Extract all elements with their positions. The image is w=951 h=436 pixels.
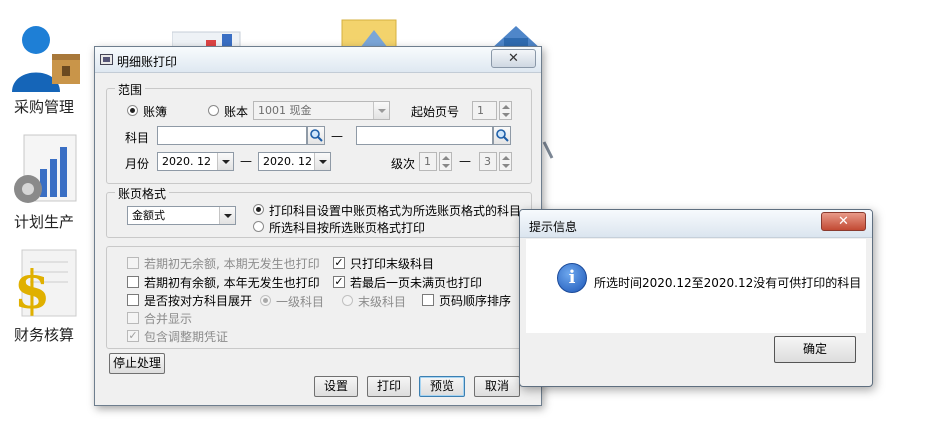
chevron-down-icon[interactable] [217,153,233,170]
range-group-legend: 范围 [115,81,146,98]
preview-button[interactable]: 预览 [419,376,465,397]
radio-ledger[interactable] [127,105,138,116]
background-icon-fragment [542,141,554,159]
subject-from-input[interactable] [157,126,307,145]
message-text: 所选时间2020.12至2020.12没有可供打印的科目 [594,276,862,290]
checkbox-has-balance-no-entry-label: 若期初有余额, 本年无发生也打印 [144,276,320,290]
message-box-body: i 所选时间2020.12至2020.12没有可供打印的科目 [526,239,866,333]
radio-account-book-label: 账本 [224,105,249,119]
message-box-title-bar[interactable]: 提示信息 ✕ [520,210,872,238]
level-label: 级次 [391,157,416,171]
checkbox-merge-display[interactable] [127,312,139,324]
print-button[interactable]: 打印 [367,376,411,397]
cancel-button[interactable]: 取消 [474,376,520,397]
message-box-title: 提示信息 [529,220,578,234]
search-icon [310,129,323,142]
level-from-spinner[interactable] [439,152,452,171]
account-book-value: 1001 现金 [258,104,312,117]
checkbox-expand-by-counter[interactable] [127,294,139,306]
start-page-label: 起始页号 [411,105,460,119]
checkbox-print-last-page[interactable]: ✓ [333,276,345,288]
level-to-input[interactable]: 3 [479,152,497,171]
desktop-icon-production[interactable]: 计划生产 [4,133,84,232]
svg-text:$: $ [14,260,50,321]
radio-last-level[interactable] [342,295,353,306]
radio-print-by-selected-label: 所选科目按所选账页格式打印 [269,221,426,235]
checkbox-merge-display-label: 合并显示 [144,312,193,326]
dialog-close-button[interactable]: ✕ [491,49,536,68]
checkbox-page-order-label: 页码顺序排序 [439,294,512,308]
checkbox-no-balance-no-entry[interactable] [127,257,139,269]
purchase-manager-icon [12,26,80,92]
start-page-value: 1 [477,104,484,117]
info-message-box: 提示信息 ✕ i 所选时间2020.12至2020.12没有可供打印的科目 确定 [519,209,873,387]
finance-accounting-icon: $ [14,249,77,321]
start-page-input[interactable]: 1 [472,101,497,120]
checkbox-print-last-level-only-label: 只打印末级科目 [350,257,435,271]
chevron-down-icon[interactable] [373,102,389,119]
desktop-icon-label: 采购管理 [13,98,74,116]
checkbox-no-balance-no-entry-label: 若期初无余额, 本期无发生也打印 [144,257,320,271]
level-from-value: 1 [424,155,431,168]
info-icon: i [557,263,587,293]
month-from-value: 2020. 12 [162,155,211,168]
stop-processing-button[interactable]: 停止处理 [109,353,165,374]
desktop-icon-finance[interactable]: $ 财务核算 [4,248,84,345]
radio-ledger-label: 账簿 [143,105,168,119]
radio-level-one[interactable] [260,295,271,306]
checkbox-print-last-page-label: 若最后一页未满页也打印 [350,276,483,290]
dialog-title: 明细账打印 [117,55,178,69]
level-from-input[interactable]: 1 [419,152,437,171]
checkbox-print-last-level-only[interactable]: ✓ [333,257,345,269]
checkbox-expand-by-counter-label: 是否按对方科目展开 [144,294,253,308]
chevron-down-icon[interactable] [314,153,330,170]
dialog-title-bar[interactable]: 明细账打印 ✕ [95,47,541,73]
desktop-icon-purchase[interactable]: 采购管理 [4,20,84,117]
checkbox-has-balance-no-entry[interactable] [127,276,139,288]
account-book-select[interactable]: 1001 现金 [253,101,390,120]
level-to-spinner[interactable] [499,152,512,171]
desktop-icon-label: 计划生产 [13,213,74,231]
radio-account-book[interactable] [208,105,219,116]
subject-range-dash: — [331,129,343,143]
subject-label: 科目 [125,131,150,145]
subject-to-search-button[interactable] [493,126,511,145]
month-from-select[interactable]: 2020. 12 [157,152,234,171]
subject-from-search-button[interactable] [307,126,325,145]
close-icon: ✕ [508,51,519,66]
radio-print-subject-setting-label: 打印科目设置中账页格式为所选账页格式的科目 [269,204,522,218]
search-icon [496,129,509,142]
checkbox-include-adjust-label: 包含调整期凭证 [144,330,229,344]
month-to-value: 2020. 12 [263,155,312,168]
radio-level-one-label: 一级科目 [276,295,325,309]
subject-to-input[interactable] [356,126,493,145]
desktop-icon-label: 财务核算 [13,326,74,344]
start-page-spinner[interactable] [499,101,512,120]
checkbox-include-adjust[interactable]: ✓ [127,330,139,342]
chevron-down-icon[interactable] [219,207,235,224]
radio-print-by-selected[interactable] [253,221,264,232]
ledger-print-dialog: 明细账打印 ✕ 范围 账簿 账本 1001 现金 起始页号 1 科目 — 月份 … [94,46,542,406]
app-window-icon [100,54,113,65]
radio-print-subject-setting[interactable] [253,204,264,215]
format-group-legend: 账页格式 [115,185,170,202]
level-range-dash: — [459,154,471,168]
production-plan-icon [14,134,77,203]
checkbox-page-order[interactable] [422,294,434,306]
level-to-value: 3 [484,155,491,168]
setup-button[interactable]: 设置 [314,376,358,397]
radio-last-level-label: 末级科目 [358,295,407,309]
ok-button[interactable]: 确定 [774,336,856,363]
message-box-close-button[interactable]: ✕ [821,212,866,231]
format-select[interactable]: 金额式 [127,206,236,225]
month-to-select[interactable]: 2020. 12 [258,152,331,171]
background-icon-fragment [341,19,397,48]
month-range-dash: — [240,154,252,168]
format-value: 金额式 [132,209,165,222]
close-icon: ✕ [838,214,849,229]
month-label: 月份 [125,157,150,171]
